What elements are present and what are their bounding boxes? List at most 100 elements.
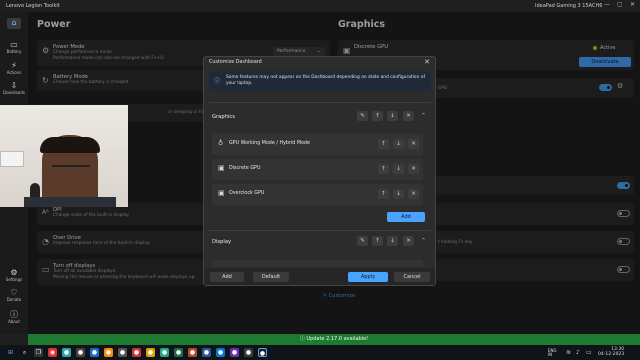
delete-icon[interactable]: ✕: [403, 111, 414, 121]
delete-icon[interactable]: ✕: [403, 236, 414, 246]
app-icon-legion-toolkit[interactable]: ●: [258, 348, 267, 357]
notice-text: Some features may not appear on the Dash…: [226, 75, 425, 86]
remove-icon[interactable]: ✕: [408, 139, 419, 149]
sidebar-item-label: Settings: [5, 277, 23, 282]
sidebar-item-battery[interactable]: ▭ Battery: [0, 40, 28, 54]
arrow-down-icon[interactable]: ↓: [387, 111, 398, 121]
add-item-button[interactable]: Add: [387, 212, 425, 222]
edit-icon[interactable]: ✎: [357, 236, 368, 246]
gpu-mode-icon: ♁: [218, 139, 224, 147]
remove-icon[interactable]: ✕: [408, 189, 419, 199]
sidebar-item-label: Donate: [6, 297, 22, 302]
about-icon: ⓘ: [10, 310, 18, 319]
app-icon-13[interactable]: ●: [216, 348, 225, 357]
info-notice: ⓘ Some features may not appear on the Da…: [209, 71, 431, 91]
sidebar-item-label: About: [8, 319, 20, 324]
list-item: ▣ Overclock GPU ↑ ↓ ✕: [212, 184, 423, 205]
edit-icon[interactable]: ✎: [357, 111, 368, 121]
minimize-button[interactable]: —: [604, 1, 610, 8]
dialog-title: Customize Dashboard: [209, 60, 262, 65]
start-icon[interactable]: ⊞: [6, 348, 15, 357]
update-text: Update 2.17.0 available!: [306, 336, 369, 342]
app-icon-2[interactable]: ●: [62, 348, 71, 357]
taskbar: ⊞ ⌕ ❐ ◉ ● ● ● ● ● ● ● ● ● ● ● ● ● ● ● EN…: [0, 345, 640, 360]
maximize-button[interactable]: ▢: [617, 1, 623, 8]
arrow-down-icon[interactable]: ↓: [393, 139, 404, 149]
sidebar-item-actions[interactable]: ⚡ Actions: [0, 61, 28, 75]
gpu-icon: ▣: [218, 189, 225, 197]
list-item: ♁ GPU Working Mode / Hybrid Mode ↑ ↓ ✕: [212, 134, 423, 155]
arrow-down-icon[interactable]: ↓: [393, 189, 404, 199]
item-label: GPU Working Mode / Hybrid Mode: [229, 141, 310, 146]
app-title: Lenovo Legion Toolkit: [6, 3, 60, 9]
app-icon-3[interactable]: ●: [76, 348, 85, 357]
app-icon-7[interactable]: ●: [132, 348, 141, 357]
remove-icon[interactable]: ✕: [408, 164, 419, 174]
app-icon-9[interactable]: ●: [160, 348, 169, 357]
webcam-overlay: [0, 105, 128, 207]
wifi-icon[interactable]: ≋: [566, 349, 571, 356]
arrow-down-icon[interactable]: ↓: [387, 236, 398, 246]
app-icon-15[interactable]: ●: [244, 348, 253, 357]
glasses: [52, 157, 90, 167]
arrow-up-icon[interactable]: ↑: [378, 164, 389, 174]
sidebar-item-donate[interactable]: ♡ Donate: [0, 288, 28, 302]
chevron-up-icon[interactable]: ⌃: [418, 111, 429, 121]
add-group-button[interactable]: Add: [210, 272, 244, 282]
person-shirt: [24, 197, 116, 207]
arrow-up-icon[interactable]: ↑: [372, 111, 383, 121]
language-indicator[interactable]: ENG IN: [548, 349, 557, 357]
arrow-down-icon[interactable]: ↓: [393, 164, 404, 174]
downloads-icon: ⇩: [10, 81, 18, 90]
arrow-up-icon[interactable]: ↑: [372, 236, 383, 246]
chevron-up-icon[interactable]: ⌃: [418, 236, 429, 246]
title-bar: Lenovo Legion Toolkit IdeaPad Gaming 3 1…: [0, 0, 640, 12]
cancel-button[interactable]: Cancel: [394, 272, 430, 282]
home-icon: ⌂: [7, 18, 21, 29]
group-label-graphics: Graphics: [212, 114, 235, 120]
item-label: Overclock GPU: [229, 191, 265, 196]
dialog-footer: Add Default Apply Cancel: [204, 268, 435, 285]
battery-icon: ▭: [10, 40, 18, 49]
apply-button[interactable]: Apply: [348, 272, 388, 282]
speaker-icon[interactable]: ♪: [576, 349, 580, 356]
actions-icon: ⚡: [11, 61, 17, 70]
settings-icon: ⚙: [10, 268, 18, 277]
list-item: [212, 260, 423, 267]
divider: [209, 102, 431, 103]
donate-icon: ♡: [10, 288, 18, 297]
sidebar-item-label: Downloads: [3, 90, 25, 95]
clock[interactable]: 13:30 04-12-2023: [598, 347, 624, 357]
dialog-close-button[interactable]: ✕: [424, 58, 430, 66]
app-icon-12[interactable]: ●: [202, 348, 211, 357]
app-icon-11[interactable]: ●: [188, 348, 197, 357]
sidebar-item-about[interactable]: ⓘ About: [0, 310, 28, 324]
device-name: IdeaPad Gaming 3 15ACH6: [535, 3, 603, 9]
arrow-up-icon[interactable]: ↑: [378, 189, 389, 199]
default-button[interactable]: Default: [253, 272, 289, 282]
app-icon-5[interactable]: ●: [104, 348, 113, 357]
battery-icon[interactable]: ▭: [586, 349, 592, 356]
task-view-icon[interactable]: ❐: [34, 348, 43, 357]
gpu-icon: ▣: [218, 164, 225, 172]
app-icon-14[interactable]: ●: [230, 348, 239, 357]
arrow-up-icon[interactable]: ↑: [378, 139, 389, 149]
wall-socket: [0, 151, 24, 167]
close-button[interactable]: ✕: [630, 1, 635, 8]
region-code: IN: [548, 352, 553, 357]
list-item: ▣ Discrete GPU ↑ ↓ ✕: [212, 159, 423, 180]
app-icon-4[interactable]: ●: [90, 348, 99, 357]
search-icon[interactable]: ⌕: [20, 348, 29, 357]
update-banner[interactable]: ⓘ Update 2.17.0 available!: [28, 334, 640, 345]
divider: [208, 230, 431, 231]
sidebar-item-downloads[interactable]: ⇩ Downloads: [0, 81, 28, 95]
app-icon-8[interactable]: ●: [146, 348, 155, 357]
item-label: Discrete GPU: [229, 166, 261, 171]
app-icon-10[interactable]: ●: [174, 348, 183, 357]
app-icon-1[interactable]: ◉: [48, 348, 57, 357]
sidebar-item-dashboard[interactable]: ⌂: [0, 18, 28, 29]
app-icon-6[interactable]: ●: [118, 348, 127, 357]
sidebar-item-label: Actions: [6, 70, 22, 75]
group-label-display: Display: [212, 239, 232, 245]
sidebar-item-settings[interactable]: ⚙ Settings: [0, 268, 28, 282]
